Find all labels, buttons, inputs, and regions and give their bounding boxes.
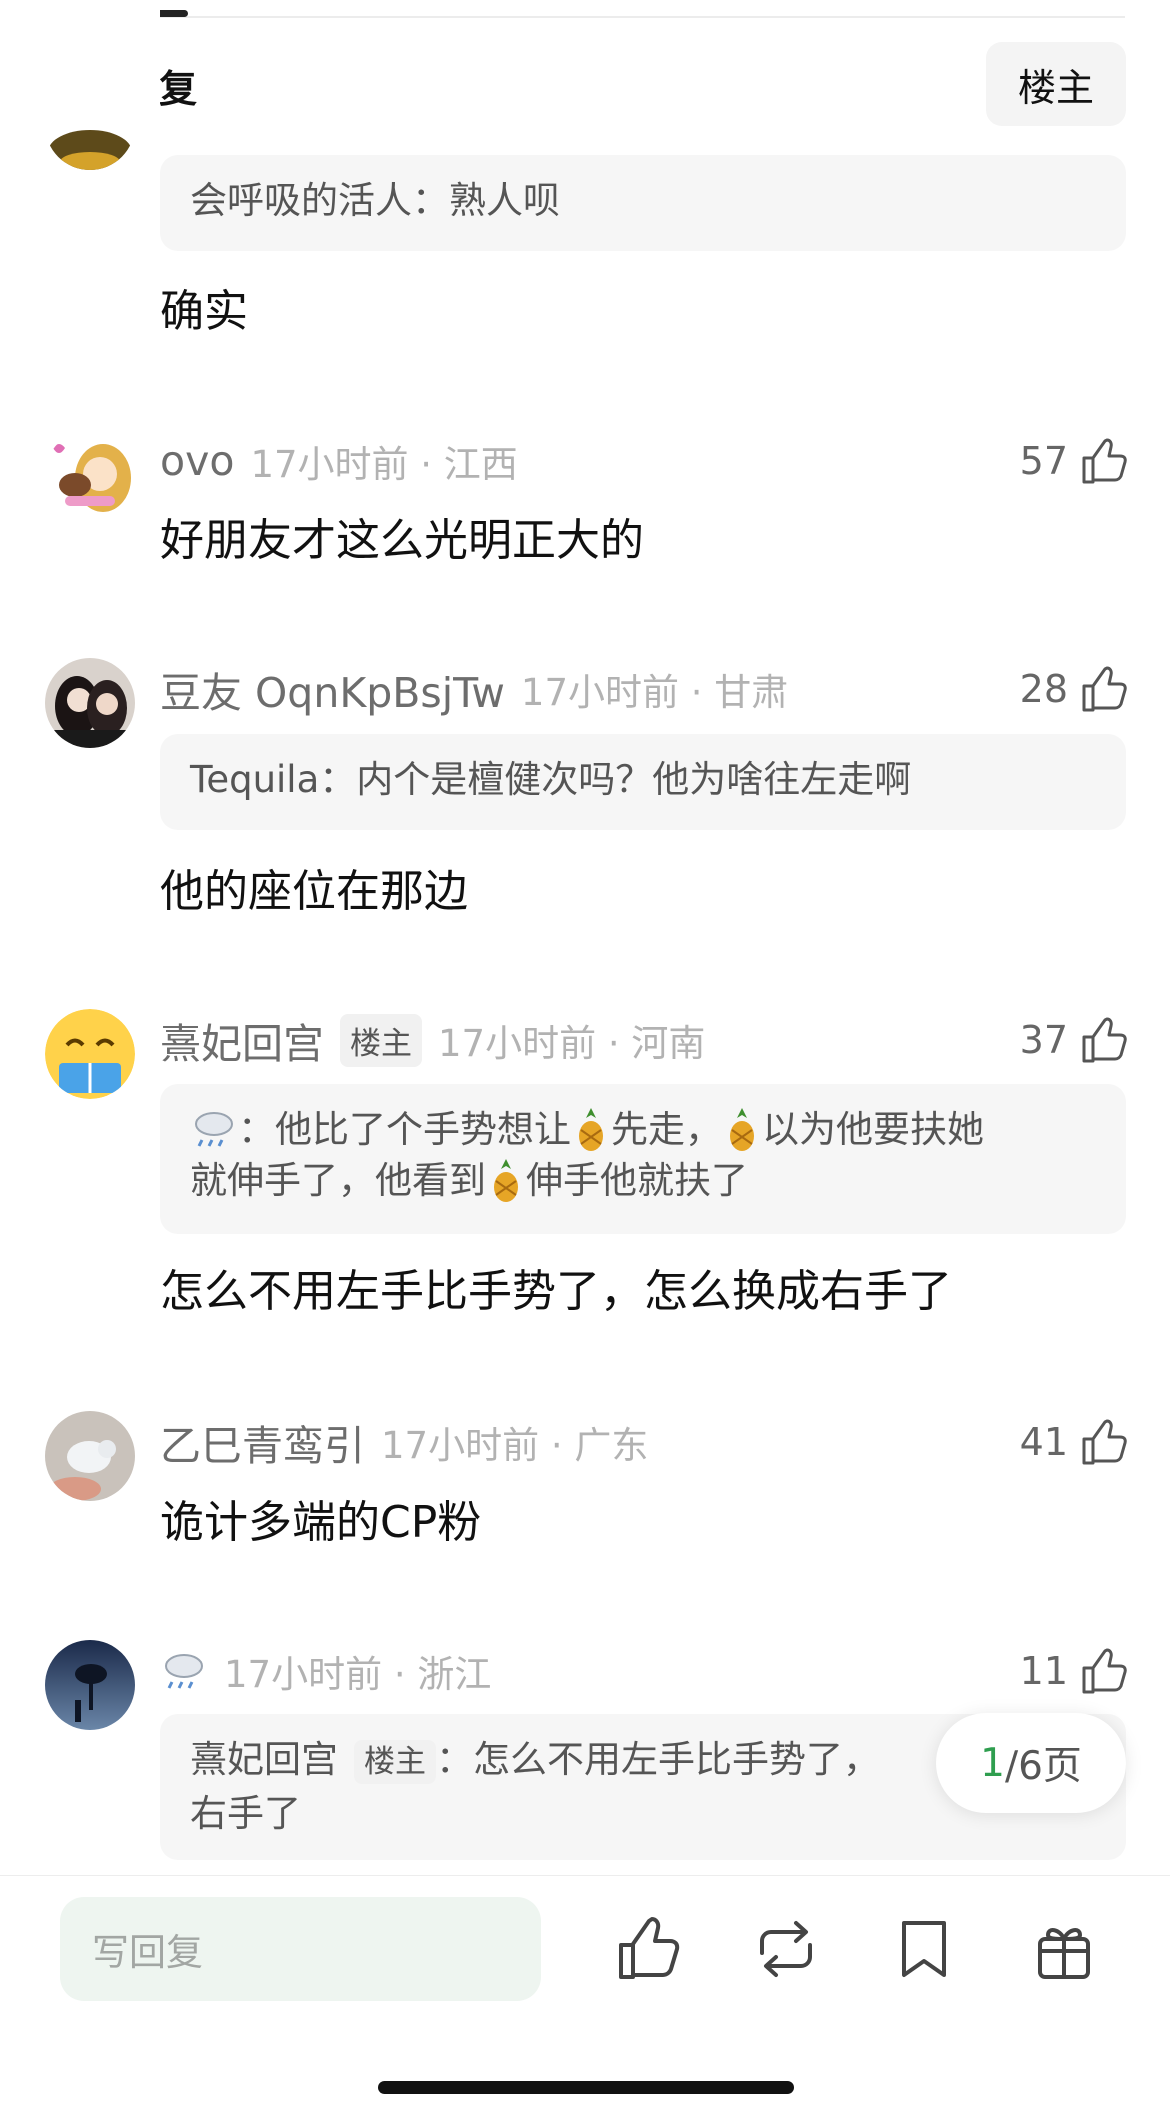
quoted-text: ：他比了个手势想让 [238,1108,571,1151]
avatar[interactable] [45,658,135,748]
timestamp-location: 17小时前 · 河南 [438,1022,706,1065]
quoted-text: 熟人呗 [449,179,560,222]
home-indicator [378,2081,794,2094]
thumbs-up-icon [1082,1419,1127,1465]
avatar[interactable] [45,430,135,520]
owner-badge: 楼主 [354,1740,436,1784]
like-icon[interactable] [613,1913,685,1985]
reply-input[interactable]: 写回复 [60,1897,541,2001]
quoted-text: 就伸手了，他看到 [190,1159,486,1202]
quoted-reply[interactable]: ：他比了个手势想让 先走， 以为他要扶她 就伸手了，他看到 伸手他就扶了 [160,1084,1126,1234]
thumbs-up-icon [1082,1017,1127,1063]
username[interactable]: 豆友 OqnKpBsjTw [160,659,505,719]
avatar[interactable] [45,1640,135,1730]
timestamp-location: 17小时前 · 浙江 [224,1653,492,1696]
avatar[interactable] [45,1009,135,1099]
like-count: 41 [1019,1420,1068,1464]
quoted-reply[interactable]: 会呼吸的活人：熟人呗 [160,155,1126,251]
repost-icon[interactable] [750,1913,822,1985]
quoted-text: 伸手他就扶了 [526,1159,748,1202]
like-count: 28 [1019,667,1068,711]
owner-only-button[interactable]: 楼主 [986,42,1126,126]
owner-badge: 楼主 [340,1013,422,1067]
quoted-text: ：怎么不用左手比手势了， [436,1738,880,1781]
username[interactable]: ovo [160,437,234,485]
quoted-user: 熹妃回宫 [190,1738,338,1781]
pineapple-icon [494,1159,518,1202]
quoted-user: 会呼吸的活人： [190,179,449,222]
timestamp-location: 17小时前 · 甘肃 [520,671,789,714]
top-divider [45,16,1125,18]
thumbs-up-icon [1082,666,1127,712]
quoted-reply[interactable]: Tequila：内个是檀健次吗？他为啥往左走啊 [160,734,1126,830]
like-count: 11 [1019,1649,1068,1693]
comment-meta: 豆友 OqnKpBsjTw 17小时前 · 甘肃 [160,661,788,717]
like-button[interactable]: 28 [1020,661,1128,717]
gift-icon[interactable] [1028,1913,1100,1985]
avatar[interactable] [45,1411,135,1501]
comment-meta: ovo 17小时前 · 江西 [160,433,518,489]
like-button[interactable]: 11 [1020,1643,1128,1699]
comment-text: 怎么不用左手比手势了，怎么换成右手了 [160,1266,952,1317]
quoted-text: 内个是檀健次吗？他为啥往左走啊 [356,758,912,801]
timestamp-location: 17小时前 · 江西 [250,443,518,486]
comment-text: 确实 [160,286,248,337]
like-button[interactable]: 37 [1020,1012,1128,1068]
like-count: 57 [1019,439,1068,483]
comment-text: 他的座位在那边 [160,866,468,917]
username[interactable]: 熹妃回宫 [160,1010,324,1070]
quoted-text: 以为他要扶她 [762,1108,984,1151]
pineapple-icon [579,1108,603,1151]
header-mask [0,0,160,128]
username[interactable]: 乙巳青鸾引 [160,1412,365,1472]
timestamp-location: 17小时前 · 广东 [381,1424,649,1467]
comment-text: 好朋友才这么光明正大的 [160,515,644,566]
pineapple-icon [730,1108,754,1151]
thumbs-up-icon [1082,1648,1127,1694]
comment-meta: 17小时前 · 浙江 [160,1643,491,1699]
rain-cloud-icon [195,1112,233,1147]
thumbs-up-icon [1082,438,1127,484]
comment-text: 诡计多端的CP粉 [160,1497,482,1548]
current-page: 1 [980,1740,1005,1786]
page-indicator[interactable]: 1/6页 [936,1713,1126,1813]
quoted-user: Tequila： [190,758,357,801]
like-button[interactable]: 41 [1020,1414,1128,1470]
rain-cloud-icon[interactable] [160,1648,208,1694]
bookmark-icon[interactable] [888,1913,960,1985]
like-button[interactable]: 57 [1020,433,1128,489]
like-count: 37 [1019,1018,1068,1062]
quoted-text: 先走， [611,1108,722,1151]
comment-meta: 乙巳青鸾引 17小时前 · 广东 [160,1414,648,1470]
comment-meta: 熹妃回宫 楼主 17小时前 · 河南 [160,1012,705,1068]
total-pages: /6页 [1004,1744,1082,1789]
